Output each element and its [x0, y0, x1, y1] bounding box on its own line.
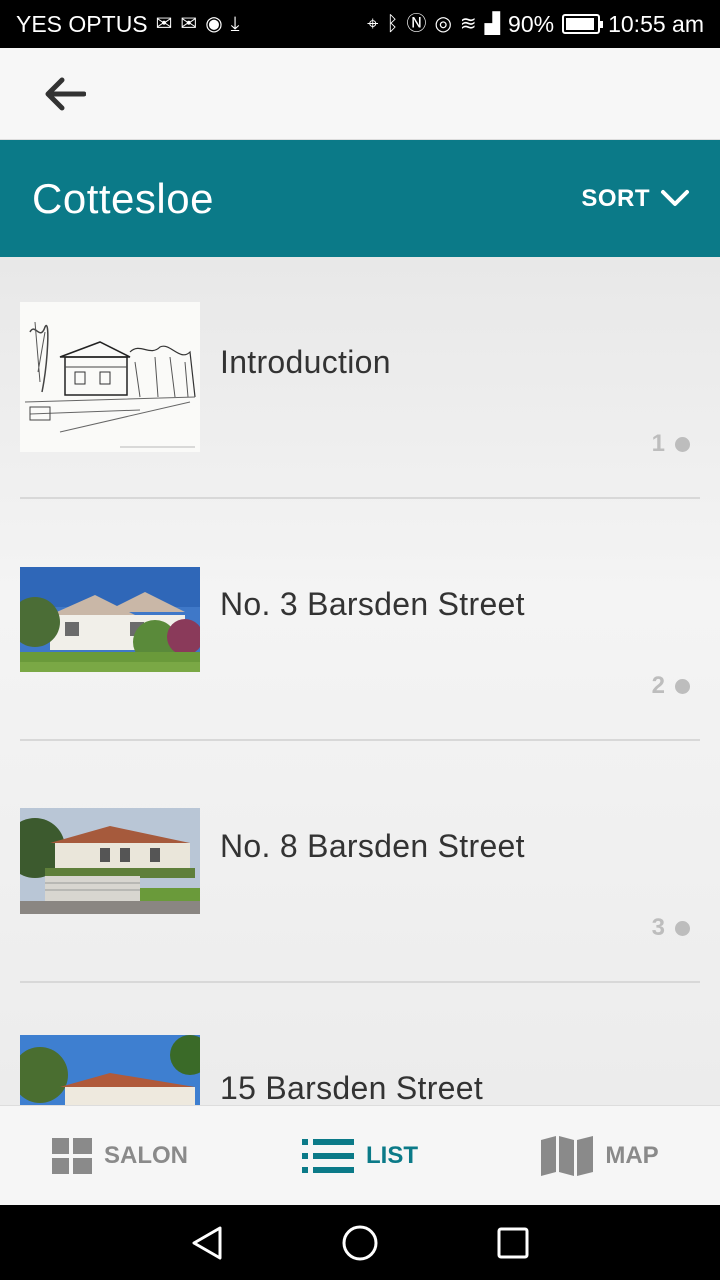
nav-home-button[interactable] [330, 1213, 390, 1273]
item-number: 1 [652, 430, 690, 458]
dot-icon [675, 920, 690, 936]
bluetooth-icon: ᛒ [386, 13, 399, 35]
item-number-text: 1 [651, 430, 665, 457]
item-number-text: 3 [651, 914, 665, 941]
tab-list[interactable]: LIST [240, 1106, 480, 1205]
item-number: 2 [652, 672, 690, 700]
eye-icon: ◎ [434, 13, 452, 35]
back-arrow-icon [45, 77, 86, 110]
dot-icon [675, 678, 690, 694]
signal-icon: ▟ [484, 13, 501, 35]
tab-map[interactable]: MAP [480, 1106, 720, 1205]
place-list[interactable]: Introduction 1 No. 3 Barsden Street 2 No… [0, 257, 720, 1105]
notification-icon: ◉ [205, 13, 223, 35]
item-number: 3 [652, 914, 690, 942]
location-icon: ⌖ [367, 13, 379, 35]
item-title: Introduction [220, 344, 391, 380]
battery-icon [562, 14, 604, 34]
app-bar [0, 48, 720, 140]
chevron-down-icon [661, 189, 689, 206]
back-button[interactable] [38, 68, 90, 120]
tab-salon-label: SALON [104, 1141, 188, 1169]
photo-thumbnail [20, 567, 200, 672]
grid-icon [52, 1137, 92, 1174]
item-number-text: 2 [651, 672, 665, 699]
dot-icon [675, 436, 690, 452]
battery-percent: 90% [508, 10, 555, 37]
list-item[interactable]: No. 8 Barsden Street 3 [20, 741, 700, 983]
list-icon [302, 1138, 354, 1173]
sort-button[interactable]: SORT [581, 185, 690, 213]
carrier-label: YES OPTUS [16, 10, 148, 37]
nav-recents-button[interactable] [483, 1213, 543, 1273]
tab-salon[interactable]: SALON [0, 1106, 240, 1205]
page-title: Cottesloe [32, 174, 214, 222]
sketch-thumbnail [20, 302, 200, 452]
circle-home-icon [342, 1225, 378, 1260]
status-bar: YES OPTUS ✉ ✉ ◉ ⤓ ⌖ ᛒ Ⓝ ◎ ≋ ▟ 90% 10:55 … [0, 0, 720, 48]
list-item[interactable]: No. 3 Barsden Street 2 [20, 499, 700, 741]
photo-thumbnail [20, 808, 200, 914]
bottom-tab-bar: SALON LIST MAP [0, 1105, 720, 1205]
list-item[interactable]: Introduction 1 [20, 257, 700, 499]
mail-icon: ✉ [155, 13, 173, 35]
download-icon: ⤓ [230, 13, 240, 35]
title-bar: Cottesloe SORT [0, 140, 720, 257]
wifi-icon: ≋ [459, 13, 477, 35]
list-item[interactable]: 15 Barsden Street [20, 983, 700, 1105]
system-nav-bar [0, 1205, 720, 1280]
photo-thumbnail [20, 1035, 200, 1105]
map-icon [541, 1135, 594, 1176]
triangle-back-icon [192, 1226, 222, 1259]
item-title: No. 8 Barsden Street [220, 828, 525, 864]
clock: 10:55 am [608, 10, 704, 37]
gmail-icon: ✉ [180, 13, 198, 35]
tab-map-label: MAP [605, 1141, 659, 1169]
square-recents-icon [497, 1227, 529, 1258]
tab-list-label: LIST [366, 1141, 418, 1169]
item-title: 15 Barsden Street [220, 1070, 484, 1105]
nfc-icon: Ⓝ [406, 13, 427, 35]
sort-label: SORT [581, 184, 650, 212]
item-title: No. 3 Barsden Street [220, 586, 525, 622]
nav-back-button[interactable] [177, 1213, 237, 1273]
